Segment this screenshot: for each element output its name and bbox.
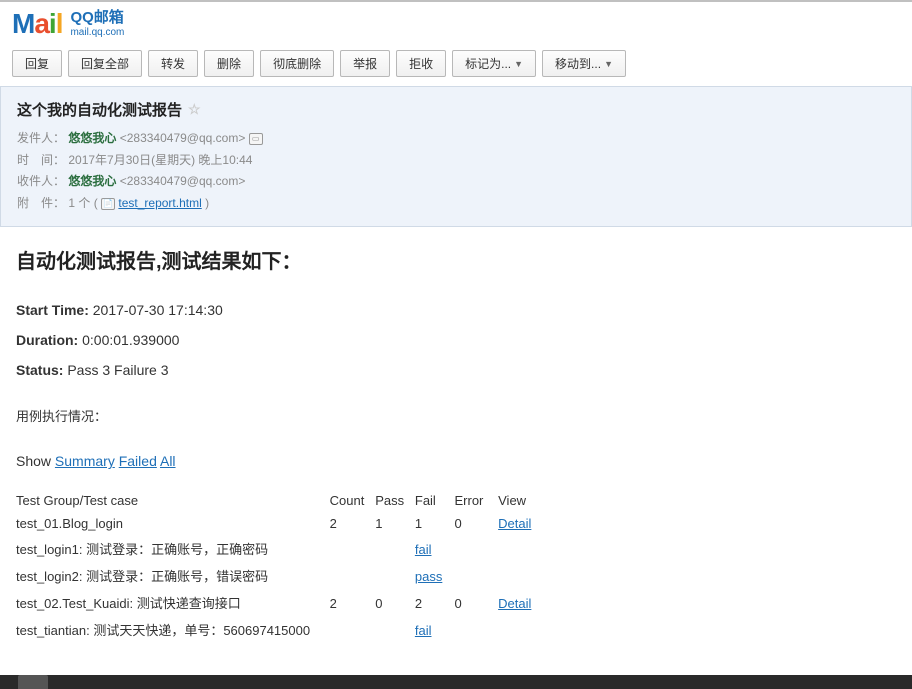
fail-link[interactable]: fail: [415, 542, 432, 557]
to-row: 收件人： 悠悠我心 <283340479@qq.com>: [17, 171, 895, 193]
reject-button[interactable]: 拒收: [396, 50, 446, 77]
toolbar: 回复 回复全部 转发 删除 彻底删除 举报 拒收 标记为...▼ 移动到...▼: [0, 42, 912, 86]
time-row: 时 间： 2017年7月30日(星期天) 晚上10:44: [17, 150, 895, 172]
from-row: 发件人： 悠悠我心 <283340479@qq.com> ▭: [17, 128, 895, 150]
report-title: 自动化测试报告,测试结果如下：: [16, 245, 896, 274]
logo[interactable]: Mail QQ邮箱 mail.qq.com: [12, 8, 124, 40]
reply-button[interactable]: 回复: [12, 50, 62, 77]
report-button[interactable]: 举报: [340, 50, 390, 77]
detail-link[interactable]: Detail: [498, 516, 531, 531]
status-row: Status: Pass 3 Failure 3: [16, 362, 896, 378]
attachment-link[interactable]: test_report.html: [118, 196, 201, 210]
contact-card-icon[interactable]: ▭: [249, 133, 263, 145]
from-email: <283340479@qq.com>: [120, 131, 246, 145]
fail-link[interactable]: fail: [415, 623, 432, 638]
move-to-button[interactable]: 移动到...▼: [542, 50, 626, 77]
mail-body: 自动化测试报告,测试结果如下： Start Time: 2017-07-30 1…: [0, 227, 912, 661]
show-filter-row: Show Summary Failed All: [16, 453, 896, 469]
failed-link[interactable]: Failed: [119, 453, 157, 469]
pass-link[interactable]: pass: [415, 569, 442, 584]
table-row: test_login1: 测试登录：正确账号，正确密码 fail: [16, 535, 896, 562]
logo-qq-text: QQ邮箱: [70, 10, 124, 27]
detail-link[interactable]: Detail: [498, 596, 531, 611]
summary-link[interactable]: Summary: [55, 453, 115, 469]
duration-row: Duration: 0:00:01.939000: [16, 332, 896, 348]
chevron-down-icon: ▼: [604, 59, 613, 69]
mail-header: Mail QQ邮箱 mail.qq.com: [0, 2, 912, 42]
chevron-down-icon: ▼: [514, 59, 523, 69]
table-row: test_login2: 测试登录：正确账号，错误密码 pass: [16, 562, 896, 589]
taskbar-item[interactable]: [18, 675, 48, 689]
to-email: <283340479@qq.com>: [120, 174, 246, 188]
time-value: 2017年7月30日(星期天) 晚上10:44: [68, 153, 252, 167]
delete-perm-button[interactable]: 彻底删除: [260, 50, 334, 77]
mark-as-button[interactable]: 标记为...▼: [452, 50, 536, 77]
table-row: test_01.Blog_login 2 1 1 0 Detail: [16, 512, 896, 535]
mail-subject: 这个我的自动化测试报告 ☆: [17, 99, 895, 120]
taskbar: [0, 675, 912, 689]
logo-url-text: mail.qq.com: [70, 27, 124, 38]
attachment-row: 附 件： 1 个 ( 📄 test_report.html ): [17, 193, 895, 215]
report-table: Test Group/Test case Count Pass Fail Err…: [16, 489, 896, 643]
delete-button[interactable]: 删除: [204, 50, 254, 77]
start-time-row: Start Time: 2017-07-30 17:14:30: [16, 302, 896, 318]
cases-label: 用例执行情况：: [16, 406, 896, 425]
table-row: test_02.Test_Kuaidi: 测试快递查询接口 2 0 2 0 De…: [16, 589, 896, 616]
star-icon[interactable]: ☆: [188, 101, 201, 118]
from-name[interactable]: 悠悠我心: [68, 131, 116, 145]
mail-meta-panel: 这个我的自动化测试报告 ☆ 发件人： 悠悠我心 <283340479@qq.co…: [0, 86, 912, 227]
table-row: test_tiantian: 测试天天快递，单号：560697415000 fa…: [16, 616, 896, 643]
reply-all-button[interactable]: 回复全部: [68, 50, 142, 77]
forward-button[interactable]: 转发: [148, 50, 198, 77]
all-link[interactable]: All: [160, 453, 176, 469]
to-name[interactable]: 悠悠我心: [68, 174, 116, 188]
file-icon: 📄: [101, 198, 115, 210]
table-header-row: Test Group/Test case Count Pass Fail Err…: [16, 489, 896, 512]
